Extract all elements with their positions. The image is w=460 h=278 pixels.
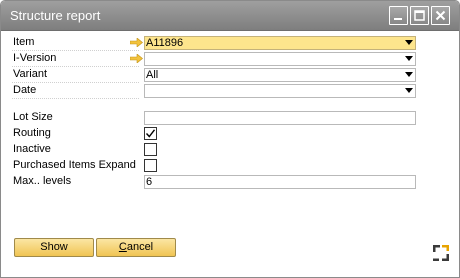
structure-report-window: Structure report Item A11896 I-Version V… (0, 0, 460, 278)
close-icon (435, 10, 446, 21)
variant-label: Variant (12, 67, 139, 83)
maximize-icon (414, 10, 425, 21)
show-button[interactable]: Show (14, 238, 94, 257)
sap-resize-logo-icon (433, 245, 449, 261)
lot-size-input[interactable] (144, 111, 416, 125)
chevron-down-icon[interactable] (405, 40, 413, 45)
chevron-down-icon[interactable] (405, 88, 413, 93)
item-label: Item (12, 35, 139, 51)
item-dropdown[interactable]: A11896 (144, 36, 416, 50)
lot-size-label: Lot Size (13, 111, 53, 123)
max-levels-value: 6 (146, 176, 153, 188)
purchased-items-expand-label: Purchased Items Expand (13, 159, 136, 171)
max-levels-input[interactable]: 6 (144, 175, 416, 189)
date-dropdown[interactable] (144, 84, 416, 98)
link-arrow-icon[interactable] (130, 54, 143, 63)
cancel-button[interactable]: Cancel (96, 238, 176, 257)
i-version-dropdown[interactable] (144, 52, 416, 66)
variant-dropdown[interactable]: All (144, 68, 416, 82)
check-icon (145, 129, 156, 138)
inactive-label: Inactive (13, 143, 51, 155)
i-version-label: I-Version (12, 51, 139, 67)
routing-checkbox[interactable] (144, 127, 157, 140)
item-value: A11896 (146, 37, 184, 49)
variant-value: All (146, 69, 159, 81)
maximize-button[interactable] (410, 6, 429, 25)
purchased-items-expand-checkbox[interactable] (144, 159, 157, 172)
routing-label: Routing (13, 127, 51, 139)
title-bar[interactable]: Structure report (1, 1, 459, 31)
chevron-down-icon[interactable] (405, 56, 413, 61)
minimize-icon (394, 18, 402, 20)
close-button[interactable] (431, 6, 450, 25)
max-levels-label: Max.. levels (13, 175, 72, 187)
inactive-checkbox[interactable] (144, 143, 157, 156)
date-label: Date (12, 83, 139, 99)
minimize-button[interactable] (389, 6, 408, 25)
window-title: Structure report (10, 8, 101, 23)
chevron-down-icon[interactable] (405, 72, 413, 77)
link-arrow-icon[interactable] (130, 38, 143, 47)
